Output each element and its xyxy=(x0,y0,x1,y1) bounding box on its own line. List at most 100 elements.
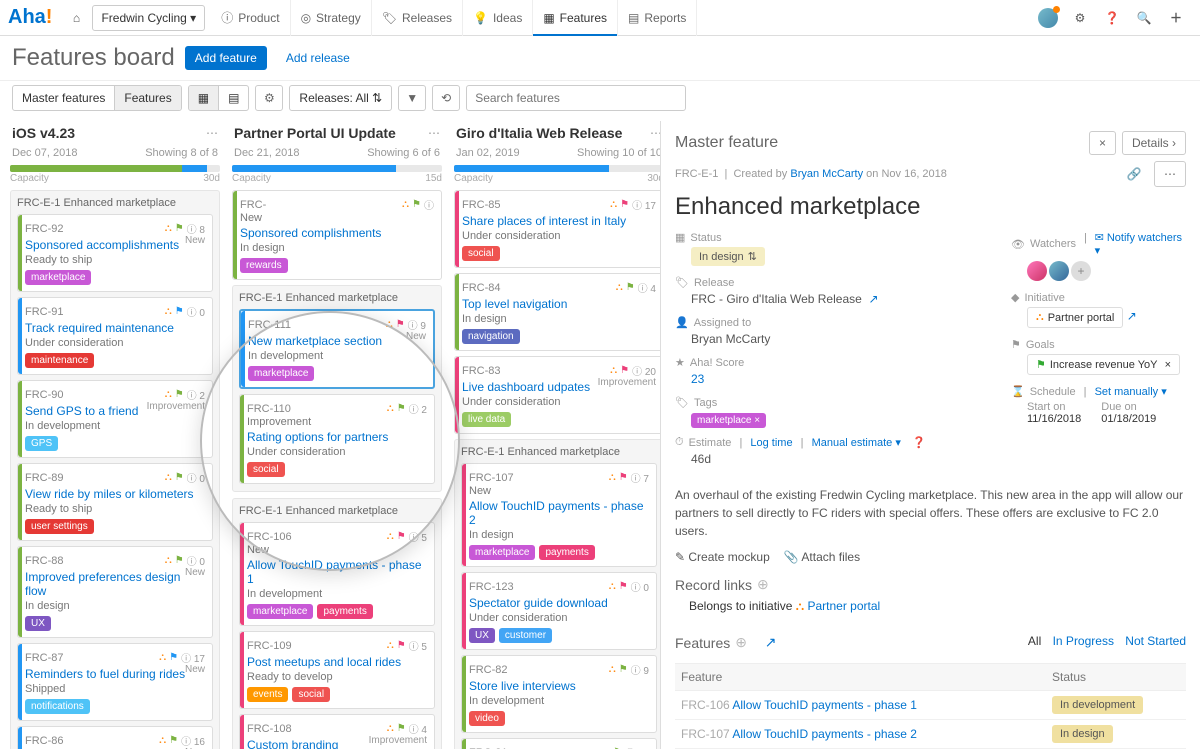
board: iOS v4.23⋯Dec 07, 2018Showing 8 of 8Capa… xyxy=(0,121,660,749)
feature-card[interactable]: FRC-90⛬ ⚑ ⓘ 2Send GPS to a friendIn deve… xyxy=(17,380,213,458)
feature-card[interactable]: FRC-85⛬ ⚑ ⓘ 17Share places of interest i… xyxy=(454,190,660,268)
card-name: Allow TouchID payments - phase 1 xyxy=(247,558,427,586)
card-icons: ⛬ ⚑ ⓘ 0 xyxy=(165,553,205,568)
toolbar: Master features Features ▦ ▤ ⚙ Releases:… xyxy=(0,81,1200,121)
tab-master[interactable]: Master features xyxy=(13,86,115,110)
nav-releases[interactable]: 🏷Releases xyxy=(372,0,463,36)
epic-group[interactable]: FRC-E-1 Enhanced marketplaceFRC-106⛬ ⚑ ⓘ… xyxy=(232,498,442,749)
status-label: ▦ Status xyxy=(675,231,991,244)
card-status: In development xyxy=(25,420,205,432)
card-status: Ready to ship xyxy=(25,503,205,515)
goals-label: ⚑ Goals xyxy=(1011,338,1186,351)
card-name: New marketplace section xyxy=(248,334,426,348)
tab-features[interactable]: Features xyxy=(115,86,180,110)
column-title: Giro d'Italia Web Release xyxy=(456,125,622,141)
open-release-icon[interactable]: ↗ xyxy=(868,292,878,306)
feature-card[interactable]: FRC-109⛬ ⚑ ⓘ 5Post meetups and local rid… xyxy=(239,631,435,709)
epic-group[interactable]: FRC-E-1 Enhanced marketplaceFRC-92⛬ ⚑ ⓘ … xyxy=(10,190,220,749)
top-nav: Aha! ⌂ Fredwin Cycling ▾ ⓘProduct◎Strate… xyxy=(0,0,1200,36)
card-id: FRC-87 xyxy=(25,652,64,664)
schedule-label: ⌛ Schedule | Set manually ▾ xyxy=(1011,385,1186,398)
card-status: In design xyxy=(462,313,656,325)
refresh-icon[interactable]: ⟲ xyxy=(432,85,460,111)
open-features-icon[interactable]: ↗ xyxy=(765,634,777,651)
settings-icon[interactable]: ⚙ xyxy=(255,85,283,111)
feature-card[interactable]: FRC-89⛬ ⚑ ⓘ 0View ride by miles or kilom… xyxy=(17,463,213,541)
feature-card[interactable]: FRC-111⛬ ⚑ ⓘ 9New marketplace sectionIn … xyxy=(239,309,435,389)
card-id: FRC-91 xyxy=(25,306,64,318)
tag: payments xyxy=(539,545,594,560)
card-name: Store live interviews xyxy=(469,679,649,693)
user-avatar[interactable] xyxy=(1032,0,1064,36)
attach-files-link[interactable]: 📎 Attach files xyxy=(784,550,860,564)
initiative-pill[interactable]: ⛬ Partner portal xyxy=(1027,307,1123,328)
feature-card[interactable]: FRC-110⛬ ⚑ ⓘ 2ImprovementRating options … xyxy=(239,394,435,484)
add-release-button[interactable]: Add release xyxy=(277,47,359,69)
card-name: Reminders to fuel during rides xyxy=(25,667,205,681)
feature-card[interactable]: FRC-88⛬ ⚑ ⓘ 0Improved preferences design… xyxy=(17,546,213,638)
feature-filters: All In Progress Not Started xyxy=(1028,634,1186,648)
view-board-icon[interactable]: ▦ xyxy=(189,86,219,110)
tag-pill[interactable]: marketplace × xyxy=(691,413,766,428)
column-menu-icon[interactable]: ⋯ xyxy=(428,126,440,140)
card-name: Rating options for partners xyxy=(247,430,427,444)
logo[interactable]: Aha! xyxy=(8,6,52,29)
help-icon[interactable]: ❓ xyxy=(1096,0,1128,36)
panel-description: An overhaul of the existing Fredwin Cycl… xyxy=(675,486,1186,540)
home-icon[interactable]: ⌂ xyxy=(60,0,92,36)
card-icons: ⛬ ⚑ ⓘ 5 xyxy=(387,638,427,653)
nav-strategy[interactable]: ◎Strategy xyxy=(291,0,372,36)
feature-card[interactable]: FRC-⛬ ⚑ ⓘ NewSponsored complishmentsIn d… xyxy=(232,190,442,280)
release-filter[interactable]: Releases: All ⇅ xyxy=(290,86,391,110)
feature-card[interactable]: FRC-123⛬ ⚑ ⓘ 0Spectator guide downloadUn… xyxy=(461,572,657,650)
more-button[interactable]: ⋯ xyxy=(1154,161,1186,187)
column-menu-icon[interactable]: ⋯ xyxy=(650,126,660,140)
filter-icon[interactable]: ▼ xyxy=(398,85,426,111)
feature-card[interactable]: FRC-81⛬ ⚑ ⓘ 12Live video feedIn designso… xyxy=(461,738,657,749)
feature-card[interactable]: FRC-107⛬ ⚑ ⓘ 7NewAllow TouchID payments … xyxy=(461,463,657,567)
score-value[interactable]: 23 xyxy=(691,372,704,386)
nav-ideas[interactable]: 💡Ideas xyxy=(463,0,533,36)
view-grid-icon[interactable]: ▤ xyxy=(219,86,248,110)
add-feature-button[interactable]: Add feature xyxy=(185,46,267,70)
add-icon[interactable]: ＋ xyxy=(1160,0,1192,36)
feature-card[interactable]: FRC-82⛬ ⚑ ⓘ 9Store live interviewsIn dev… xyxy=(461,655,657,733)
tag: social xyxy=(247,462,285,477)
search-input[interactable] xyxy=(466,85,686,111)
goal-pill[interactable]: ⚑ Increase revenue YoY × xyxy=(1027,354,1180,375)
feature-card[interactable]: FRC-83⛬ ⚑ ⓘ 20Live dashboard udpatesUnde… xyxy=(454,356,660,434)
feature-card[interactable]: FRC-92⛬ ⚑ ⓘ 8Sponsored accomplishmentsRe… xyxy=(17,214,213,292)
epic-group[interactable]: FRC-E-1 Enhanced marketplaceFRC-107⛬ ⚑ ⓘ… xyxy=(454,439,660,749)
column-menu-icon[interactable]: ⋯ xyxy=(206,126,218,140)
feature-card[interactable]: FRC-108⛬ ⚑ ⓘ 4Custom brandingIn developm… xyxy=(239,714,435,749)
workspace-selector[interactable]: Fredwin Cycling ▾ xyxy=(92,5,205,31)
open-initiative-icon[interactable]: ↗ xyxy=(1127,309,1137,323)
feature-card[interactable]: FRC-87⛬ ⚑ ⓘ 17Reminders to fuel during r… xyxy=(17,643,213,721)
epic-group[interactable]: FRC-E-1 Enhanced marketplaceFRC-111⛬ ⚑ ⓘ… xyxy=(232,285,442,492)
gear-icon[interactable]: ⚙ xyxy=(1064,0,1096,36)
filter-not-started[interactable]: Not Started xyxy=(1125,634,1186,648)
feature-card[interactable]: FRC-84⛬ ⚑ ⓘ 4Top level navigationIn desi… xyxy=(454,273,660,351)
link-icon[interactable]: 🔗 xyxy=(1120,161,1148,187)
card-status: In design xyxy=(469,529,649,541)
feature-card[interactable]: FRC-91⛬ ⚑ ⓘ 0Track required maintenanceU… xyxy=(17,297,213,375)
filter-in-progress[interactable]: In Progress xyxy=(1053,634,1114,648)
status-pill[interactable]: In design ⇅ xyxy=(691,247,765,266)
nav-product[interactable]: ⓘProduct xyxy=(211,0,290,36)
feature-row[interactable]: FRC-107 Allow TouchID payments - phase 2… xyxy=(675,720,1186,749)
card-icons: ⛬ ⚑ ⓘ 2 xyxy=(387,401,427,416)
create-mockup-link[interactable]: ✎ Create mockup xyxy=(675,550,770,564)
search-icon[interactable]: 🔍 xyxy=(1128,0,1160,36)
feature-card[interactable]: FRC-106⛬ ⚑ ⓘ 5NewAllow TouchID payments … xyxy=(239,522,435,626)
details-button[interactable]: Details › xyxy=(1122,131,1186,155)
nav-features[interactable]: ▦Features xyxy=(533,0,618,36)
nav-reports[interactable]: ▤Reports xyxy=(618,0,697,36)
feature-row[interactable]: FRC-106 Allow TouchID payments - phase 1… xyxy=(675,691,1186,720)
card-id: FRC-107 xyxy=(469,472,514,484)
filter-all[interactable]: All xyxy=(1028,634,1041,648)
close-button[interactable]: × xyxy=(1089,131,1116,155)
card-icons: ⛬ ⚑ ⓘ 9 xyxy=(386,317,426,332)
card-id: FRC-86 xyxy=(25,735,64,747)
card-name: Improved preferences design flow xyxy=(25,570,205,598)
card-status: Shipped xyxy=(25,683,205,695)
